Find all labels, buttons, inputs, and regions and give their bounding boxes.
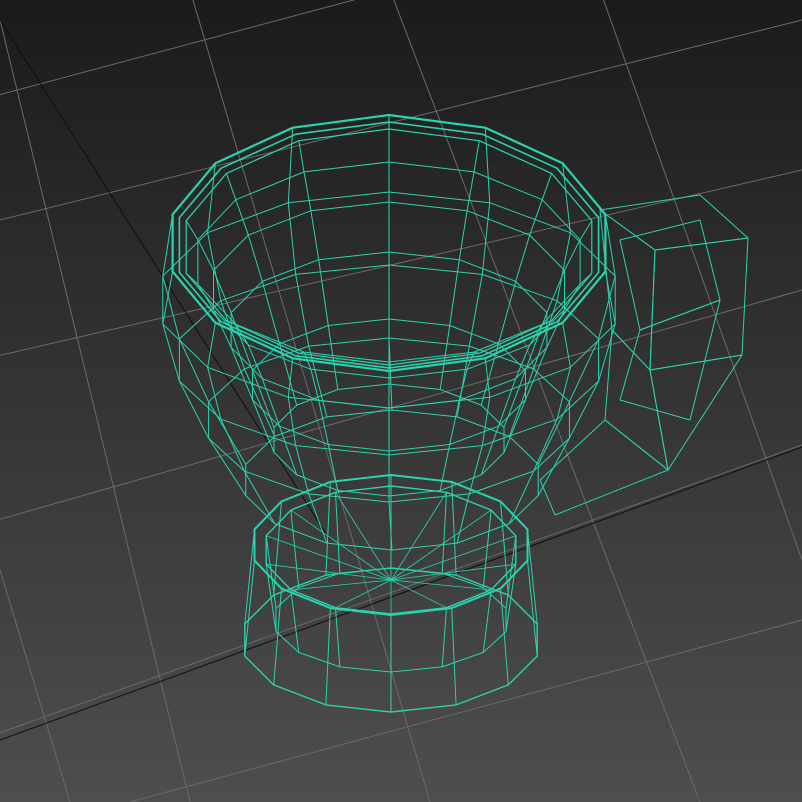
3d-viewport[interactable] xyxy=(0,0,802,802)
viewport-canvas[interactable] xyxy=(0,0,802,802)
